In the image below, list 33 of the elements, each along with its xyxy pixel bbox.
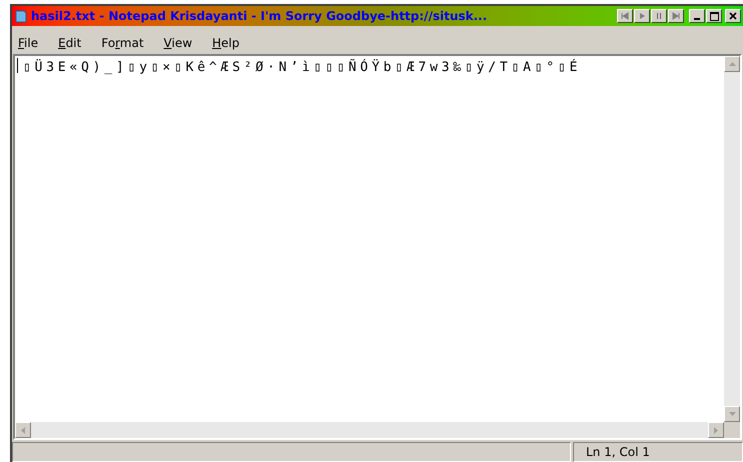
scroll-left-button[interactable] [15, 422, 31, 438]
next-icon [672, 12, 680, 20]
menu-item[interactable]: Help [212, 34, 240, 52]
previous-icon [621, 12, 629, 20]
down-arrow-icon [728, 412, 736, 416]
menu-item[interactable]: View [164, 34, 192, 52]
scroll-down-button[interactable] [724, 406, 740, 422]
text-cursor [17, 58, 18, 73]
scroll-right-button[interactable] [708, 422, 724, 438]
notepad-icon [14, 9, 28, 23]
play-button[interactable] [634, 9, 650, 23]
previous-button[interactable] [617, 9, 633, 23]
minimize-button[interactable] [689, 9, 705, 23]
pause-icon [655, 12, 663, 20]
menu-item[interactable]: File [18, 34, 38, 52]
maximize-button[interactable] [706, 9, 722, 23]
play-icon [638, 12, 646, 20]
document-text: ▯Ü3E«Q)_]▯y▯×▯Kê^ÆS²Ø·N’ì▯▯▯ÑÓŸb▯Æ7w3‰▯ÿ/T▯A▯°▯É [23, 58, 582, 77]
scroll-up-button[interactable] [724, 56, 740, 72]
close-icon [729, 12, 737, 20]
up-arrow-icon [728, 62, 736, 66]
close-button[interactable] [725, 9, 741, 23]
maximize-icon [710, 12, 718, 20]
menu-item[interactable]: Edit [58, 34, 82, 52]
menu-item[interactable]: Format [101, 34, 144, 52]
cursor-position: Ln 1, Col 1 [586, 444, 650, 461]
left-arrow-icon [21, 426, 25, 434]
pause-button[interactable] [651, 9, 667, 23]
horizontal-scrollbar[interactable] [15, 422, 724, 438]
window-title: hasil2.txt - Notepad Krisdayanti - I'm Sorry Goodbye-http://situsk... [31, 8, 488, 25]
right-arrow-icon [714, 426, 718, 434]
vertical-scrollbar[interactable] [724, 56, 740, 422]
next-button[interactable] [668, 9, 684, 23]
